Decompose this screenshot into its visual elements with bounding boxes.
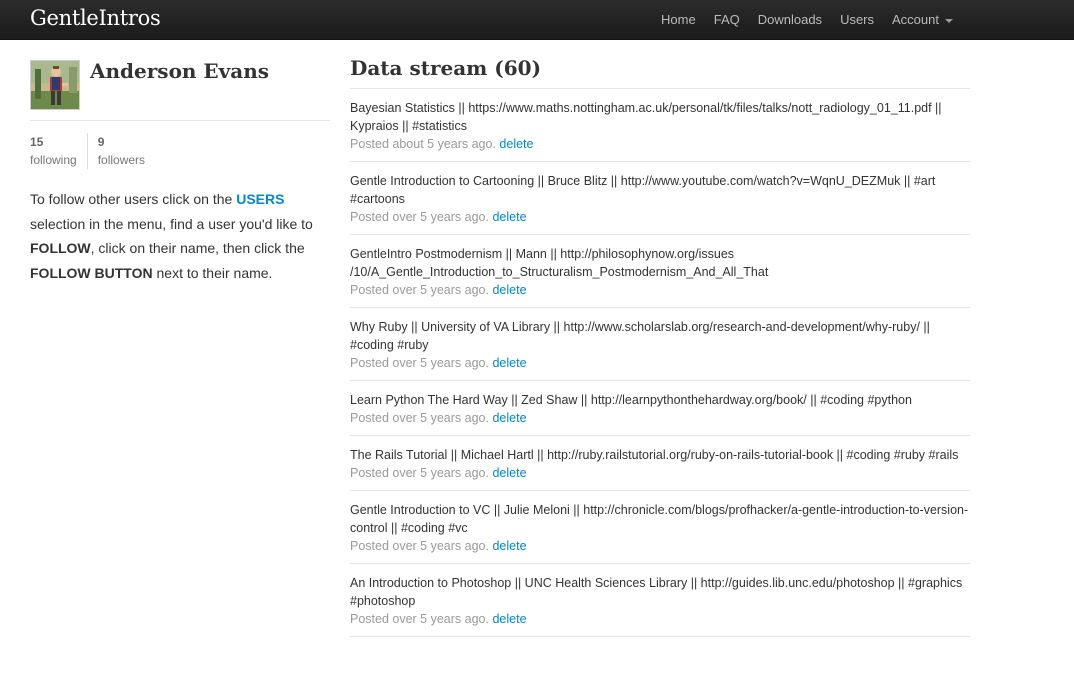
post-content: An Introduction to Photoshop || UNC Heal… [350, 576, 963, 608]
followers-stat[interactable]: 9 followers [86, 133, 155, 169]
list-item: Why Ruby || University of VA Library || … [350, 308, 970, 381]
following-stat[interactable]: 15 following [30, 133, 87, 169]
follow-instructions: To follow other users click on the USERS… [30, 187, 330, 285]
post-content: Gentle Introduction to Cartooning || Bru… [350, 174, 936, 206]
user-stats: 15 following 9 followers [30, 133, 330, 169]
post-list: Bayesian Statistics || https://www.maths… [350, 89, 970, 637]
post-meta: Posted over 5 years ago. delete [350, 409, 970, 427]
list-item: Gentle Introduction to Cartooning || Bru… [350, 162, 970, 235]
delete-link[interactable]: delete [492, 539, 526, 553]
help-text-4: next to their name. [152, 264, 273, 281]
post-meta: Posted over 5 years ago. delete [350, 610, 970, 628]
nav-home[interactable]: Home [653, 0, 704, 40]
help-text-1: To follow other users click on the [30, 191, 237, 207]
delete-link[interactable]: delete [492, 466, 526, 480]
post-timestamp: Posted over 5 years ago. [350, 283, 489, 297]
users-link[interactable]: USERS [236, 191, 284, 207]
help-follow-button-emphasis: FOLLOW BUTTON [30, 264, 153, 281]
nav-users[interactable]: Users [832, 0, 882, 40]
post-timestamp: Posted over 5 years ago. [350, 210, 489, 224]
followers-count: 9 [97, 135, 105, 149]
divider [30, 120, 330, 121]
delete-link[interactable]: delete [492, 411, 526, 425]
following-count: 15 [30, 135, 44, 149]
post-meta: Posted over 5 years ago. delete [350, 537, 970, 555]
post-timestamp: Posted about 5 years ago. [350, 137, 496, 151]
post-content: Learn Python The Hard Way || Zed Shaw ||… [350, 393, 912, 407]
post-meta: Posted over 5 years ago. delete [350, 281, 970, 299]
caret-down-icon [945, 18, 953, 23]
delete-link[interactable]: delete [492, 283, 526, 297]
help-text-2: selection in the menu, find a user you'd… [30, 215, 313, 232]
post-content: Why Ruby || University of VA Library || … [350, 320, 930, 352]
avatar-image [31, 61, 79, 109]
stream-title: Data stream (60) [350, 56, 970, 89]
post-timestamp: Posted over 5 years ago. [350, 411, 489, 425]
delete-link[interactable]: delete [492, 210, 526, 224]
list-item: Bayesian Statistics || https://www.maths… [350, 89, 970, 162]
help-text-3: , click on their name, then click the [90, 240, 305, 256]
post-meta: Posted over 5 years ago. delete [350, 464, 970, 482]
list-item: An Introduction to Photoshop || UNC Heal… [350, 564, 970, 637]
post-timestamp: Posted over 5 years ago. [350, 466, 489, 480]
post-content: Bayesian Statistics || https://www.maths… [350, 101, 942, 133]
post-timestamp: Posted over 5 years ago. [350, 612, 489, 626]
nav-downloads[interactable]: Downloads [750, 0, 830, 40]
nav-account-dropdown[interactable]: Account [884, 0, 961, 40]
post-content: GentleIntro Postmodernism || Mann || htt… [350, 247, 769, 279]
data-stream: Data stream (60) Bayesian Statistics || … [350, 56, 970, 637]
post-timestamp: Posted over 5 years ago. [350, 539, 489, 553]
delete-link[interactable]: delete [492, 356, 526, 370]
delete-link[interactable]: delete [499, 137, 533, 151]
following-label: following [30, 153, 77, 167]
list-item: GentleIntro Postmodernism || Mann || htt… [350, 235, 970, 308]
user-name: Anderson Evans [90, 59, 270, 83]
post-timestamp: Posted over 5 years ago. [350, 356, 489, 370]
list-item: Gentle Introduction to VC || Julie Melon… [350, 491, 970, 564]
post-meta: Posted over 5 years ago. delete [350, 354, 970, 372]
post-content: Gentle Introduction to VC || Julie Melon… [350, 503, 969, 535]
top-navbar: GentleIntros Home FAQ Downloads Users Ac… [0, 0, 1074, 40]
main-nav: Home FAQ Downloads Users Account [651, 0, 961, 40]
sidebar: Anderson Evans 15 following 9 followers … [30, 60, 330, 299]
brand-link[interactable]: GentleIntros [30, 6, 161, 30]
user-profile: Anderson Evans [30, 60, 330, 110]
help-follow-emphasis: FOLLOW [30, 240, 91, 256]
post-content: The Rails Tutorial || Michael Hartl || h… [350, 448, 959, 462]
post-meta: Posted over 5 years ago. delete [350, 208, 970, 226]
delete-link[interactable]: delete [492, 612, 526, 626]
nav-account-label: Account [892, 12, 939, 27]
list-item: Learn Python The Hard Way || Zed Shaw ||… [350, 381, 970, 436]
nav-faq[interactable]: FAQ [706, 0, 748, 40]
post-meta: Posted about 5 years ago. delete [350, 135, 970, 153]
list-item: The Rails Tutorial || Michael Hartl || h… [350, 436, 970, 491]
followers-label: followers [97, 153, 146, 167]
avatar [30, 60, 80, 110]
